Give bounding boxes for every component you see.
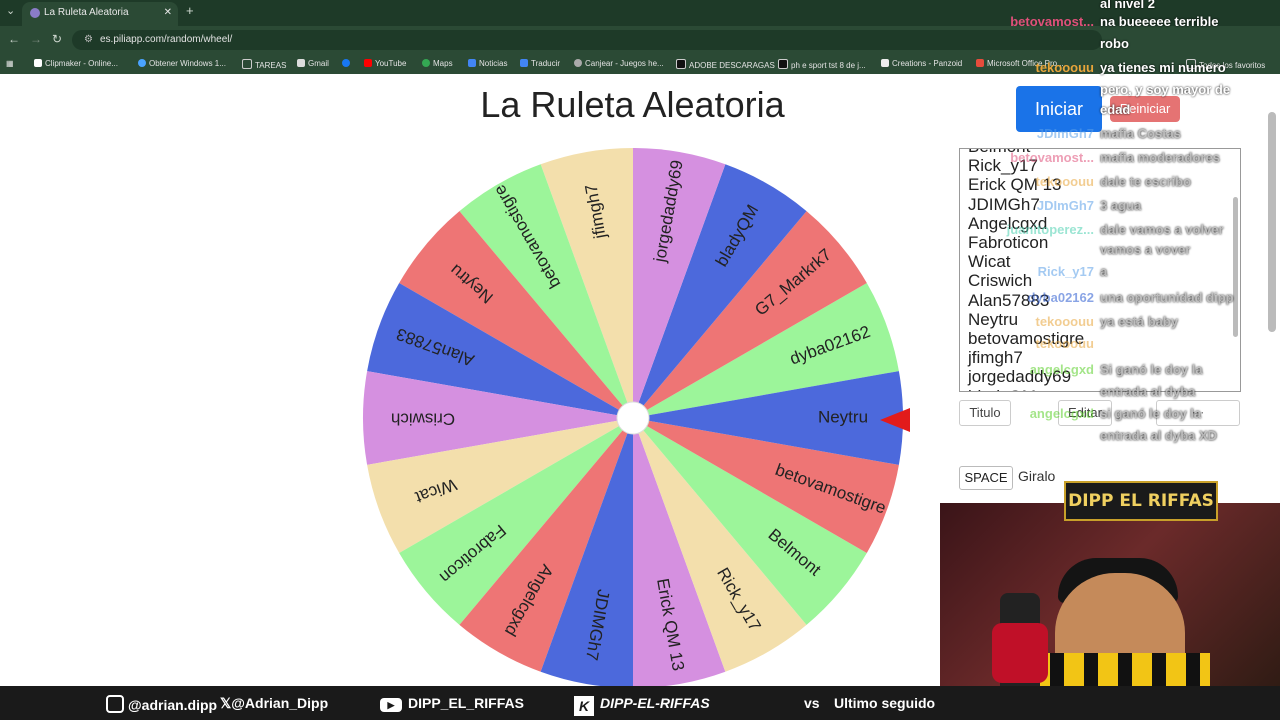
stream-logo: DIPP EL RIFFAS	[1064, 481, 1218, 521]
wheel-segment-label: Neytru	[818, 407, 868, 426]
browser-tab-bar: ⌄ La Ruleta Aleatoria ✕ +	[0, 0, 1280, 26]
bookmark-item[interactable]: TAREAS	[242, 59, 286, 70]
url-text: es.piliapp.com/random/wheel/	[100, 34, 233, 45]
wheel-hub	[616, 401, 650, 435]
start-button[interactable]: Iniciar	[1016, 86, 1102, 132]
url-field[interactable]: ⚙ es.piliapp.com/random/wheel/	[72, 30, 1102, 50]
address-bar-row: ← → ↻ ⚙ es.piliapp.com/random/wheel/	[0, 26, 1280, 54]
list-item: bladyQM	[968, 387, 1084, 391]
roulette-wheel[interactable]: dyba02162G7_Markrk7bladyQMjorgedaddy69jf…	[361, 146, 905, 690]
tab-search-icon[interactable]: ⌄	[6, 4, 15, 17]
bookmark-item[interactable]: YouTube	[364, 59, 406, 68]
bookmark-item[interactable]: Noticias	[468, 59, 507, 68]
site-info-icon[interactable]: ⚙	[84, 30, 93, 50]
microphone-body	[992, 623, 1048, 683]
chat-text: mafia Costas	[1100, 126, 1181, 141]
list-scrollbar[interactable]	[1233, 197, 1238, 337]
bookmark-item[interactable]: Traducir	[520, 59, 560, 68]
bookmark-facebook[interactable]	[342, 59, 353, 68]
last-follow: Ultimo seguido	[834, 695, 936, 711]
ticker-vs: vs	[804, 695, 820, 711]
bookmark-item[interactable]: Todos los favoritos	[1186, 59, 1265, 70]
names-list-textarea[interactable]: BelmontRick_y17Erick QM 13JDIMGh7Angelcg…	[959, 148, 1241, 392]
bookmarks-bar: ▦ Clipmaker - Online... Obtener Windows …	[0, 54, 1280, 74]
edit-button[interactable]: Editar	[1058, 400, 1112, 426]
bookmark-item[interactable]: Maps	[422, 59, 453, 68]
list-item: Belmont	[968, 149, 1084, 156]
youtube-handle: ▶ DIPP_EL_RIFFAS	[380, 695, 524, 712]
bookmark-item[interactable]: ADOBE DESCARAGAS	[676, 59, 775, 70]
instagram-handle: @adrian.dipp	[106, 695, 217, 713]
wheel-pointer-icon	[880, 408, 910, 432]
chat-message: entrada al dyba XD	[1100, 428, 1217, 443]
list-item: Erick QM 13	[968, 175, 1062, 195]
chat-text: entrada al dyba XD	[1100, 428, 1218, 443]
list-item: Criswich	[968, 271, 1033, 291]
webcam-overlay: DIPP EL RIFFAS	[940, 481, 1280, 713]
options-field[interactable]: ⋯	[1156, 400, 1240, 426]
browser-tab[interactable]: La Ruleta Aleatoria ✕	[22, 2, 178, 26]
apps-icon[interactable]: ▦	[6, 59, 14, 68]
list-item: betovamostigre	[968, 329, 1085, 349]
list-item: jorgedaddy69	[968, 367, 1072, 387]
bookmark-item[interactable]: Creations - Panzoid	[881, 59, 962, 68]
youtube-icon: ▶	[380, 698, 402, 712]
bookmark-item[interactable]: ph e sport tst 8 de j...	[778, 59, 866, 70]
back-icon[interactable]: ←	[8, 32, 20, 46]
new-tab-icon[interactable]: +	[186, 3, 194, 18]
list-item: Angelcgxd	[968, 213, 1048, 233]
list-item: Alan57883	[968, 290, 1050, 310]
bookmark-item[interactable]: Obtener Windows 1...	[138, 59, 226, 68]
page-scrollbar[interactable]	[1268, 112, 1276, 332]
tab-title: La Ruleta Aleatoria	[44, 7, 129, 18]
title-field[interactable]: Titulo	[959, 400, 1011, 426]
shortcut-key: SPACE	[959, 466, 1013, 490]
tab-favicon-icon	[30, 8, 40, 18]
list-item: Rick_y17	[968, 156, 1038, 176]
list-item: Fabroticon	[968, 233, 1049, 253]
reload-icon[interactable]: ↻	[52, 32, 62, 46]
list-item: jfimgh7	[968, 348, 1023, 368]
kick-handle: K DIPP-EL-RIFFAS	[574, 695, 710, 716]
bookmark-item[interactable]: Gmail	[297, 59, 329, 68]
x-icon: 𝕏	[220, 695, 232, 711]
kick-icon: K	[574, 696, 594, 716]
list-item: JDIMGh7	[968, 194, 1040, 214]
bookmark-item[interactable]: Clipmaker - Online...	[34, 59, 118, 68]
bookmark-item[interactable]: Canjear - Juegos he...	[574, 59, 664, 68]
social-ticker: @adrian.dipp 𝕏@Adrian_Dipp ▶ DIPP_EL_RIFF…	[0, 686, 1280, 720]
instagram-icon	[106, 695, 124, 713]
list-item: Wicat	[968, 252, 1011, 272]
reset-button[interactable]: Reiniciar	[1110, 96, 1180, 122]
bookmark-item[interactable]: Microsoft Office Pro...	[976, 59, 1064, 68]
shortcut-action: Giralo	[1018, 468, 1056, 484]
forward-icon[interactable]: →	[30, 32, 42, 46]
wheel-segment-label: Criswich	[391, 410, 455, 429]
tab-close-icon[interactable]: ✕	[164, 2, 172, 24]
list-item: Neytru	[968, 309, 1019, 329]
x-handle: 𝕏@Adrian_Dipp	[220, 695, 329, 711]
